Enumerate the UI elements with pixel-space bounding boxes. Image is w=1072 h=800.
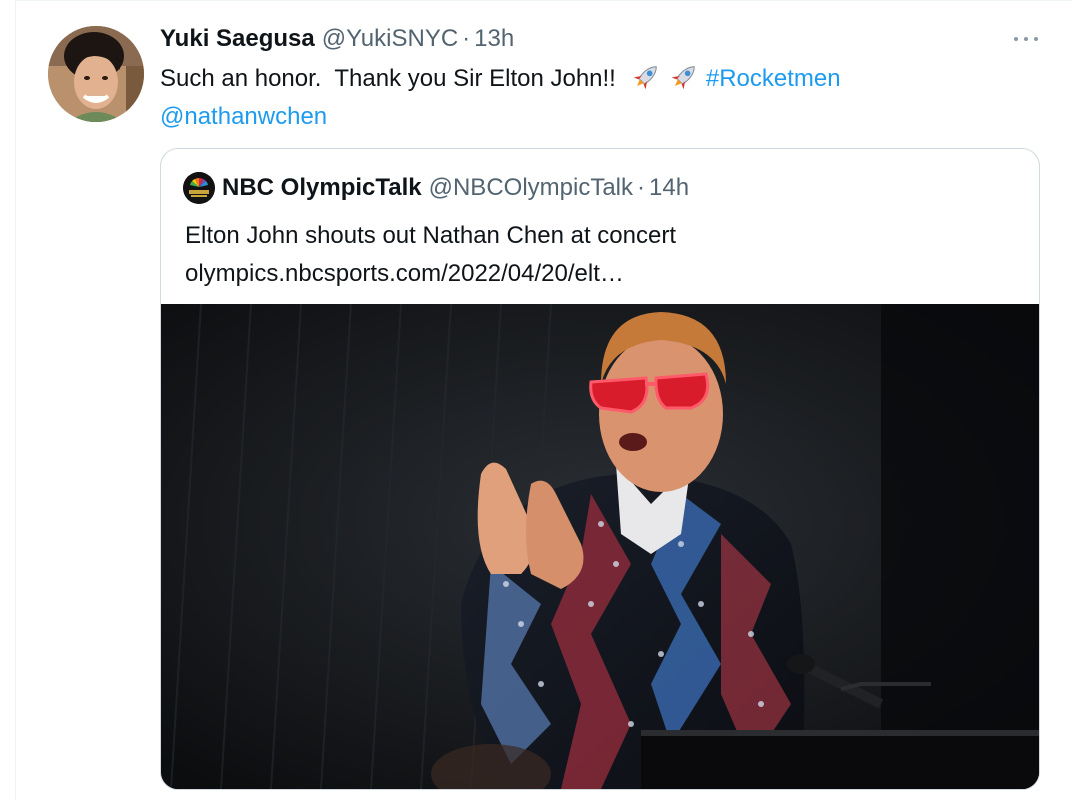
quoted-tweet-card[interactable]: NBC OlympicTalk @NBCOlympicTalk · 14h El… — [160, 148, 1040, 790]
quote-header: NBC OlympicTalk @NBCOlympicTalk · 14h — [183, 171, 689, 205]
dot-icon — [1024, 37, 1028, 41]
quote-separator-dot: · — [637, 174, 645, 201]
tweet-text: Such an honor. Thank you Sir Elton John!… — [160, 60, 1020, 136]
quote-author-display-name[interactable]: NBC OlympicTalk — [222, 174, 422, 202]
mention-link[interactable]: @nathanwchen — [160, 103, 327, 130]
quote-photo[interactable] — [161, 304, 1039, 789]
quote-author-handle[interactable]: @NBCOlympicTalk — [429, 174, 633, 202]
dot-icon — [1034, 37, 1038, 41]
quote-text: Elton John shouts out Nathan Chen at con… — [185, 217, 1015, 293]
hashtag-link[interactable]: #Rocketmen — [706, 65, 841, 92]
quote-body-text: Elton John shouts out Nathan Chen at con… — [185, 222, 676, 249]
tweet-header: Yuki Saegusa @YukiSNYC · 13h — [160, 22, 514, 56]
timeline-border-top — [15, 0, 1072, 1]
quote-url-text[interactable]: olympics.nbcsports.com/2022/04/20/elt… — [185, 255, 1015, 293]
avatar[interactable] — [48, 26, 144, 122]
timeline-border-left — [15, 0, 16, 800]
rocket-icon — [671, 66, 695, 90]
tweet-timestamp[interactable]: 13h — [474, 22, 514, 56]
author-handle[interactable]: @YukiSNYC — [322, 22, 458, 56]
dot-icon — [1014, 37, 1018, 41]
quote-timestamp[interactable]: 14h — [649, 174, 689, 202]
more-options-icon[interactable] — [1014, 32, 1038, 46]
author-display-name[interactable]: Yuki Saegusa — [160, 22, 315, 56]
rocket-icon — [633, 66, 657, 90]
tweet-body-text: Such an honor. Thank you Sir Elton John!… — [160, 65, 616, 92]
separator-dot: · — [462, 25, 471, 52]
nbc-peacock-icon[interactable] — [183, 172, 215, 204]
